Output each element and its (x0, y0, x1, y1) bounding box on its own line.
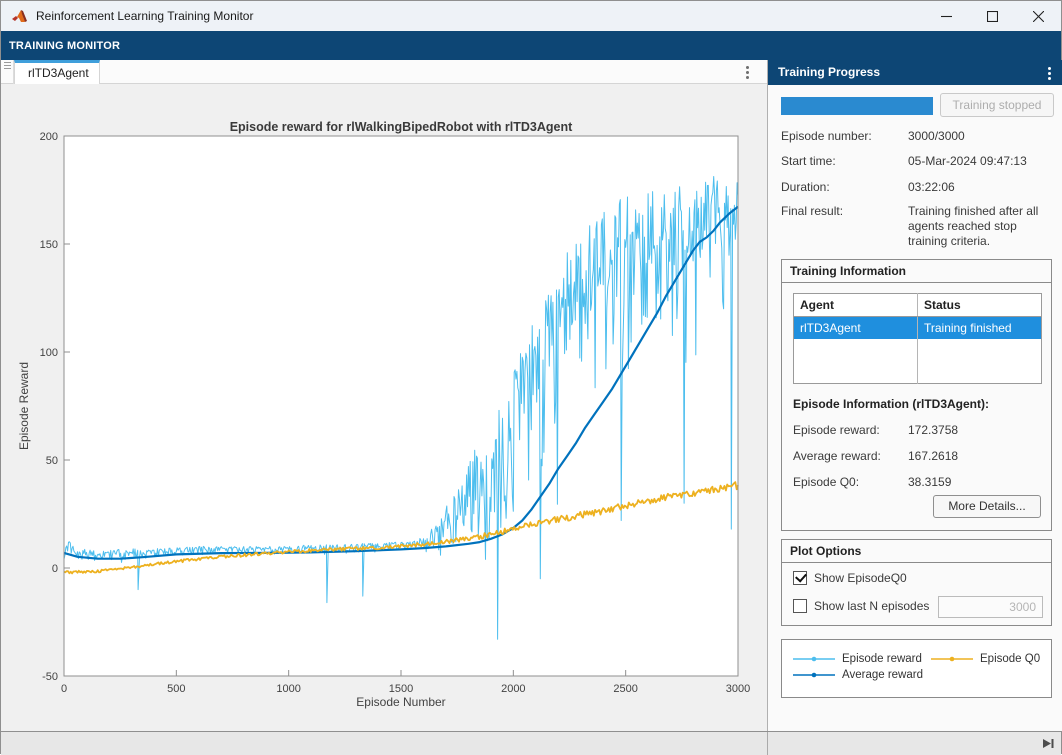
matlab-logo-icon (11, 9, 28, 24)
show-episodeq0-label: Show EpisodeQ0 (814, 571, 907, 585)
status-bar-divider (767, 732, 768, 755)
training-information-title: Training Information (782, 260, 1051, 283)
training-information-group: Training Information Agent Status rlTD3A… (781, 259, 1052, 531)
panel-title: Training Progress (778, 65, 880, 79)
svg-text:1500: 1500 (389, 683, 413, 695)
start-time-label: Start time: (781, 154, 911, 168)
panel-header: Training Progress (768, 60, 1062, 85)
episode-number-label: Episode number: (781, 129, 911, 143)
average-reward-line-sample (791, 669, 837, 681)
minimize-button[interactable] (923, 1, 969, 31)
y-axis-label: Episode Reward (17, 362, 31, 450)
episode-q0-label: Episode Q0: (793, 475, 908, 489)
title-bar: Reinforcement Learning Training Monitor (1, 1, 1061, 31)
legend-entry-episode-reward: Episode reward (791, 653, 922, 665)
show-last-n-episodes-checkbox[interactable] (793, 599, 807, 613)
svg-text:-50: -50 (42, 671, 58, 683)
chart-legend: Episode reward Episode Q0 Average reward (781, 639, 1052, 698)
legend-entry-episode-q0: Episode Q0 (929, 653, 1040, 665)
toolstrip: TRAINING MONITOR (1, 31, 1061, 60)
start-time-value: 05-Mar-2024 09:47:13 (908, 154, 1054, 168)
close-button[interactable] (1015, 1, 1061, 31)
svg-text:200: 200 (40, 131, 58, 143)
document-tab-strip: rlTD3Agent (1, 60, 767, 84)
x-axis-label: Episode Number (356, 695, 445, 709)
agent-column-header: Agent (794, 294, 918, 317)
episode-reward-line-sample (791, 653, 837, 665)
window-title: Reinforcement Learning Training Monitor (36, 9, 253, 23)
episode-reward-label: Episode reward: (793, 423, 908, 437)
average-reward-label: Average reward: (793, 449, 908, 463)
svg-text:2500: 2500 (613, 683, 637, 695)
chart-title: Episode reward for rlWalkingBipedRobot w… (230, 120, 573, 134)
svg-text:0: 0 (61, 683, 67, 695)
training-progress-bar (781, 97, 933, 115)
table-row-rltd3agent[interactable]: rlTD3Agent Training finished (794, 316, 1042, 339)
n-episodes-input[interactable] (938, 596, 1043, 618)
training-stopped-button: Training stopped (940, 93, 1054, 117)
svg-text:50: 50 (46, 455, 58, 467)
tab-options-kebab-icon[interactable] (739, 64, 755, 80)
svg-text:150: 150 (40, 239, 58, 251)
training-plot-figure: Episode reward for rlWalkingBipedRobot w… (1, 84, 767, 731)
duration-label: Duration: (781, 180, 911, 194)
duration-value: 03:22:06 (908, 180, 1054, 194)
episode-reward-value: 172.3758 (908, 423, 1028, 437)
maximize-button[interactable] (969, 1, 1015, 31)
final-result-value: Training finished after all agents reach… (908, 204, 1054, 249)
episode-q0-line-sample (929, 653, 975, 665)
panel-options-kebab-icon[interactable] (1041, 65, 1057, 81)
plot-options-title: Plot Options (782, 540, 1051, 563)
episode-number-value: 3000/3000 (908, 129, 1054, 143)
plot-options-group: Plot Options Show EpisodeQ0 Show last N … (781, 539, 1052, 626)
agent-status-table: Agent Status rlTD3Agent Training finishe… (793, 293, 1042, 384)
svg-text:0: 0 (52, 563, 58, 575)
svg-text:3000: 3000 (726, 683, 750, 695)
svg-text:1000: 1000 (276, 683, 300, 695)
final-result-label: Final result: (781, 204, 911, 218)
skip-to-end-icon[interactable] (1042, 737, 1055, 750)
show-episodeq0-checkbox[interactable] (793, 571, 807, 585)
status-column-header: Status (918, 294, 1042, 317)
show-last-n-episodes-label: Show last N episodes (814, 599, 929, 613)
svg-text:500: 500 (167, 683, 185, 695)
average-reward-value: 167.2618 (908, 449, 1028, 463)
training-progress-panel: Training Progress Training stopped Episo… (767, 60, 1062, 731)
episode-information-title: Episode Information (rlTD3Agent): (793, 397, 989, 411)
episode-reward-chart: Episode reward for rlWalkingBipedRobot w… (1, 84, 767, 731)
svg-text:100: 100 (40, 347, 58, 359)
more-details-button[interactable]: More Details... (933, 495, 1041, 518)
legend-entry-average-reward: Average reward (791, 669, 923, 681)
toolstrip-tab-label[interactable]: TRAINING MONITOR (9, 40, 120, 52)
plot-area (64, 136, 738, 676)
tab-rltd3agent[interactable]: rlTD3Agent (14, 60, 100, 84)
episode-q0-value: 38.3159 (908, 475, 1028, 489)
status-bar (1, 731, 1061, 755)
svg-text:2000: 2000 (501, 683, 525, 695)
tab-grip-handle[interactable] (1, 60, 14, 84)
app-window: Reinforcement Learning Training Monitor … (0, 0, 1062, 754)
